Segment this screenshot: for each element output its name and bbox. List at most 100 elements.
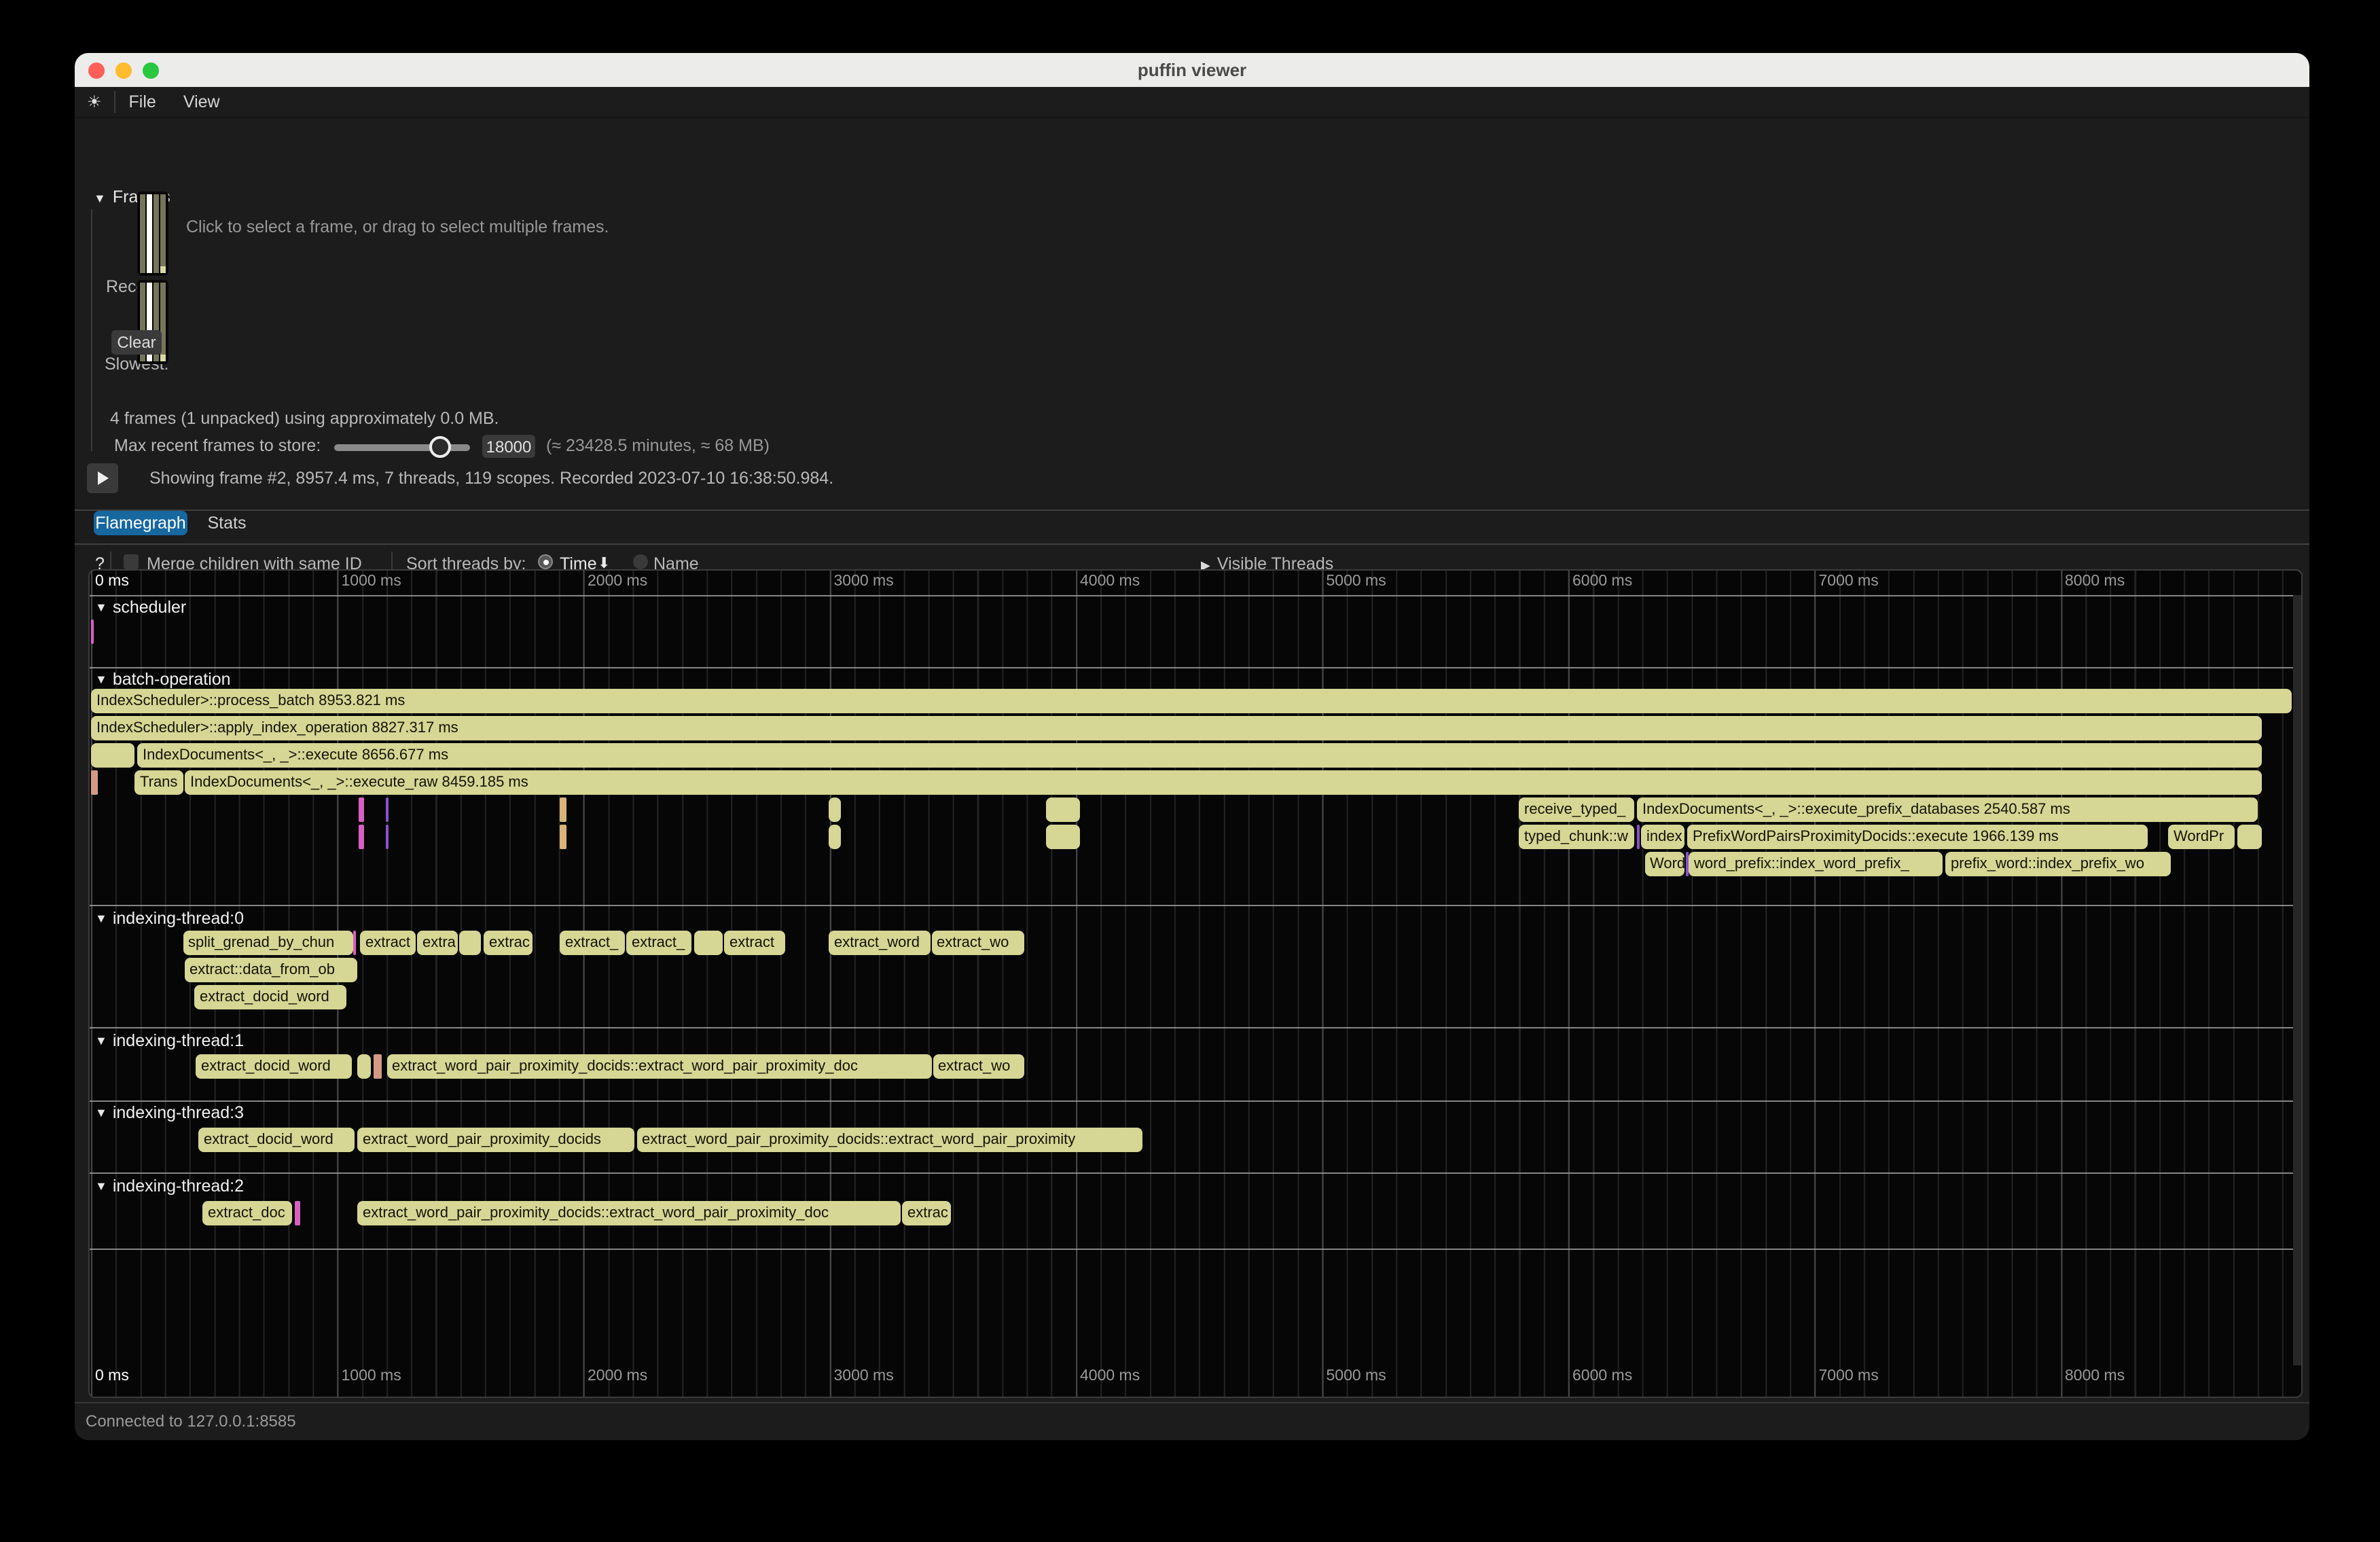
scope-bar[interactable]: word_prefix::index_word_prefix_	[1689, 852, 1943, 876]
scope-bar[interactable]	[829, 825, 841, 849]
axis-tick-label: 3000 ms	[834, 573, 894, 590]
thread-group-header-indexing-thread:2[interactable]: ▼indexing-thread:2	[95, 1177, 244, 1196]
scope-bar[interactable]: extract_docid_word	[196, 1054, 351, 1079]
scope-bar[interactable]: extract_word_pair_proximity_docids::extr…	[357, 1201, 901, 1225]
scope-bar[interactable]: extract	[360, 931, 416, 955]
scope-bar[interactable]: extract_wo	[933, 1054, 1024, 1079]
play-button[interactable]	[87, 463, 118, 493]
thread-group-separator	[90, 667, 2301, 668]
axis-tick-label: 5000 ms	[1327, 1368, 1386, 1384]
scope-bar[interactable]: extrac	[484, 931, 533, 955]
merge-children-checkbox[interactable]	[124, 554, 139, 569]
scope-bar[interactable]: extract_docid_word	[198, 1128, 355, 1152]
menu-file[interactable]: File	[115, 92, 170, 111]
scope-bar[interactable]: extract_doc	[202, 1201, 292, 1225]
scope-bar[interactable]: extract::data_from_ob	[184, 958, 357, 982]
scope-bar[interactable]	[1046, 825, 1080, 849]
scope-bar[interactable]	[357, 1054, 370, 1079]
zoom-window-button[interactable]	[143, 62, 159, 79]
minimize-window-button[interactable]	[115, 62, 132, 79]
scope-bar[interactable]	[1686, 852, 1688, 876]
play-icon	[97, 471, 108, 485]
scope-bar[interactable]: Word	[1644, 852, 1684, 876]
scope-bar[interactable]	[358, 797, 364, 822]
scope-bar[interactable]: extract_word_pair_proximity_docids::extr…	[636, 1128, 1142, 1152]
thread-group-header-indexing-thread:0[interactable]: ▼indexing-thread:0	[95, 909, 244, 928]
sort-by-time-radio[interactable]	[538, 554, 553, 569]
scope-bar[interactable]: IndexDocuments<_, _>::execute_prefix_dat…	[1637, 797, 2258, 822]
app-root: puffin viewer ☀ File View ▼Frames Click …	[0, 0, 2380, 1542]
scope-bar[interactable]: extract_docid_word	[194, 985, 346, 1009]
recent-frames-thumbnail[interactable]	[137, 192, 168, 276]
clear-frames-button[interactable]: Clear	[111, 330, 162, 355]
scope-bar[interactable]: extract_	[560, 931, 624, 955]
tab-flamegraph[interactable]: Flamegraph	[94, 511, 187, 535]
scope-bar[interactable]	[560, 825, 566, 849]
scope-bar[interactable]: PrefixWordPairsProximityDocids::execute …	[1687, 825, 2148, 849]
close-window-button[interactable]	[88, 62, 105, 79]
theme-toggle-sun-icon[interactable]: ☀	[75, 92, 114, 111]
scope-bar[interactable]	[91, 620, 94, 644]
scope-bar[interactable]: Trans	[134, 770, 183, 795]
max-frames-slider-knob[interactable]	[429, 436, 451, 458]
menu-bar: ☀ File View	[75, 87, 2309, 118]
scope-bar[interactable]	[358, 825, 364, 849]
scope-bar[interactable]: extra	[417, 931, 458, 955]
scope-bar[interactable]	[2237, 825, 2261, 849]
axis-tick-label: 5000 ms	[1327, 573, 1386, 590]
frames-usage-text: 4 frames (1 unpacked) using approximatel…	[110, 409, 499, 428]
scope-bar[interactable]: IndexDocuments<_, _>::execute_raw 8459.1…	[185, 770, 2262, 795]
scope-bar[interactable]	[373, 1054, 382, 1079]
axis-tick-label: 4000 ms	[1080, 1368, 1140, 1384]
scope-bar[interactable]: extract_wo	[931, 931, 1024, 955]
frame-bar[interactable]	[140, 194, 145, 273]
scope-bar[interactable]	[386, 825, 389, 849]
sort-by-name-radio[interactable]	[633, 554, 648, 569]
scope-bar[interactable]	[91, 743, 134, 768]
scope-bar[interactable]: prefix_word::index_prefix_wo	[1945, 852, 2171, 876]
scope-bar[interactable]	[295, 1201, 300, 1225]
scope-bar[interactable]: split_grenad_by_chun	[183, 931, 353, 955]
frame-bar[interactable]	[154, 194, 159, 273]
axis-tick-label: 2000 ms	[588, 573, 647, 590]
showing-frame-text: Showing frame #2, 8957.4 ms, 7 threads, …	[149, 469, 833, 488]
thread-group-header-indexing-thread:3[interactable]: ▼indexing-thread:3	[95, 1103, 244, 1122]
scope-bar[interactable]	[91, 770, 98, 795]
max-frames-value[interactable]: 18000	[482, 435, 535, 458]
separator	[75, 1402, 2309, 1403]
scope-bar[interactable]	[386, 797, 389, 822]
scope-bar[interactable]: IndexScheduler>::process_batch 8953.821 …	[91, 689, 2292, 713]
thread-group-header-indexing-thread:1[interactable]: ▼indexing-thread:1	[95, 1031, 244, 1050]
axis-tick-label: 7000 ms	[1819, 1368, 1879, 1384]
scope-bar[interactable]	[693, 931, 723, 955]
scope-bar[interactable]: typed_chunk::w	[1519, 825, 1634, 849]
thread-group-header-scheduler[interactable]: ▼scheduler	[95, 598, 186, 617]
frame-bar[interactable]	[160, 194, 166, 273]
thread-group-separator	[90, 1249, 2301, 1250]
scope-bar[interactable]: receive_typed_	[1519, 797, 1634, 822]
scope-bar[interactable]	[353, 931, 355, 955]
scope-bar[interactable]: extract_word_pair_proximity_docids::extr…	[386, 1054, 931, 1079]
scope-bar[interactable]: extract_	[626, 931, 691, 955]
tab-stats[interactable]: Stats	[204, 511, 250, 535]
scope-bar[interactable]	[1046, 797, 1080, 822]
scope-bar[interactable]	[829, 797, 841, 822]
scope-bar[interactable]: extract	[724, 931, 785, 955]
frame-bar-selected[interactable]	[147, 194, 152, 273]
flamegraph-panel[interactable]: 0 ms1000 ms2000 ms3000 ms4000 ms5000 ms6…	[88, 569, 2303, 1398]
scope-bar[interactable]: index	[1641, 825, 1684, 849]
axis-tick-label: 1000 ms	[342, 573, 401, 590]
menu-view[interactable]: View	[170, 92, 234, 111]
scope-bar[interactable]: extract_word	[829, 931, 930, 955]
title-bar: puffin viewer	[75, 53, 2309, 87]
scope-bar[interactable]: IndexDocuments<_, _>::execute 8656.677 m…	[137, 743, 2262, 768]
scope-bar[interactable]: extract_word_pair_proximity_docids	[357, 1128, 634, 1152]
scope-bar[interactable]: WordPr	[2168, 825, 2235, 849]
scope-bar[interactable]	[560, 797, 566, 822]
thread-group-header-batch-operation[interactable]: ▼batch-operation	[95, 670, 231, 689]
scope-bar[interactable]	[1636, 825, 1639, 849]
scope-bar[interactable]: IndexScheduler>::apply_index_operation 8…	[91, 716, 2261, 740]
frames-indent-line	[90, 209, 92, 451]
scope-bar[interactable]	[459, 931, 480, 955]
scope-bar[interactable]: extrac	[902, 1201, 951, 1225]
